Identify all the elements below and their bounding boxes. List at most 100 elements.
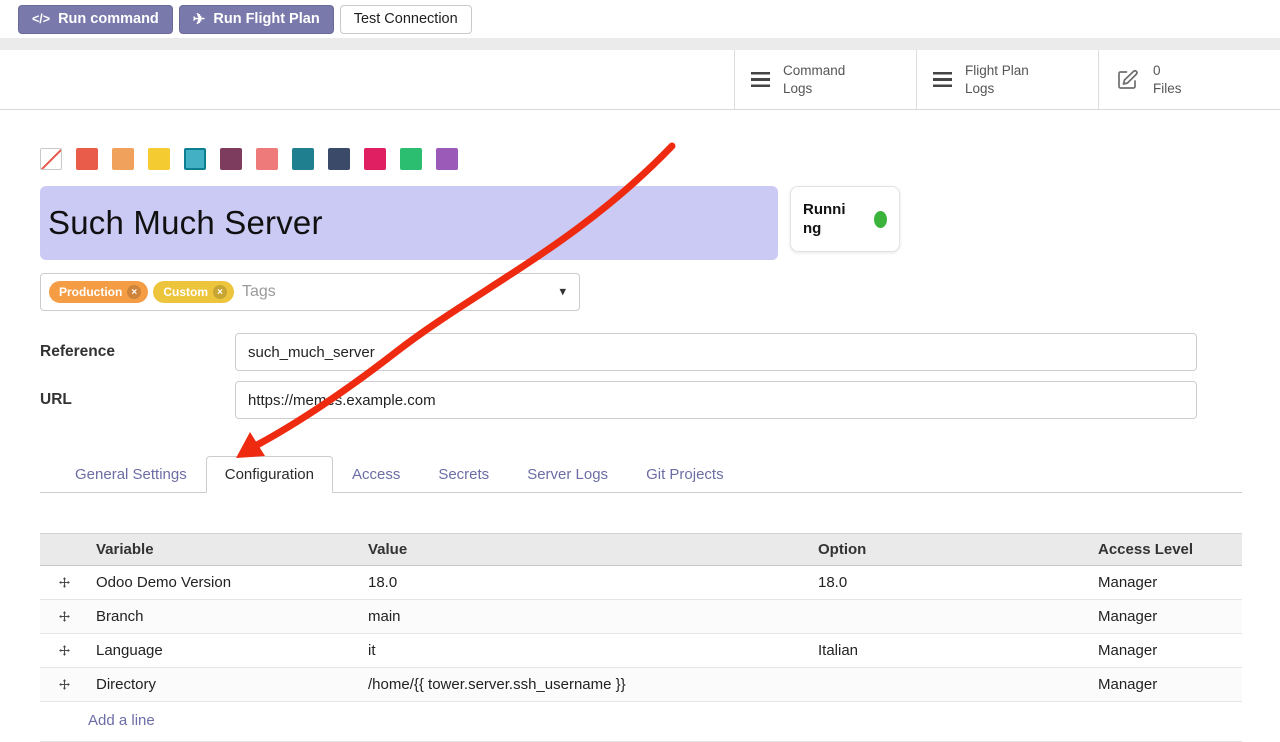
color-swatch-navy[interactable]	[328, 148, 350, 170]
col-value: Value	[360, 541, 810, 558]
form-sheet: Such Much Server Running Production × Cu…	[0, 148, 1280, 742]
tag-label: Custom	[163, 285, 208, 299]
cell-value[interactable]: 18.0	[360, 574, 810, 591]
cell-variable[interactable]: Odoo Demo Version	[88, 574, 360, 591]
reference-label: Reference	[40, 343, 235, 361]
command-logs-button[interactable]: Command Logs	[734, 50, 916, 109]
color-swatch-dark-purple[interactable]	[220, 148, 242, 170]
url-input[interactable]	[235, 381, 1197, 419]
color-swatch-cyan-selected[interactable]	[184, 148, 206, 170]
command-logs-label: Command Logs	[783, 62, 845, 97]
server-form-screen: </> Run command ✈ Run Flight Plan Test C…	[0, 0, 1280, 742]
reference-field-row: Reference	[40, 333, 1197, 371]
color-swatch-teal[interactable]	[292, 148, 314, 170]
cell-value[interactable]: /home/{{ tower.server.ssh_username }}	[360, 676, 810, 693]
color-swatch-yellow[interactable]	[148, 148, 170, 170]
table-header-row: Variable Value Option Access Level	[40, 533, 1242, 566]
tags-input[interactable]: Production × Custom × Tags ▾	[40, 273, 580, 311]
color-swatch-orange[interactable]	[112, 148, 134, 170]
server-name-input[interactable]: Such Much Server	[40, 186, 778, 260]
edit-pencil-icon	[1115, 68, 1140, 92]
table-row[interactable]: Branch main Manager	[40, 600, 1242, 634]
color-swatch-magenta[interactable]	[364, 148, 386, 170]
code-icon: </>	[32, 12, 50, 26]
tab-access[interactable]: Access	[333, 456, 419, 493]
configuration-table: Variable Value Option Access Level Odoo …	[40, 533, 1242, 742]
reference-input[interactable]	[235, 333, 1197, 371]
cell-option[interactable]: Italian	[810, 642, 1090, 659]
run-command-button[interactable]: </> Run command	[18, 5, 173, 34]
cell-option[interactable]: 18.0	[810, 574, 1090, 591]
stat-line: Command	[783, 62, 845, 80]
drag-handle[interactable]	[40, 610, 88, 623]
top-action-bar: </> Run command ✈ Run Flight Plan Test C…	[0, 0, 1280, 38]
col-access-level: Access Level	[1090, 541, 1242, 558]
cell-access[interactable]: Manager	[1090, 574, 1242, 591]
cell-variable[interactable]: Language	[88, 642, 360, 659]
cell-access[interactable]: Manager	[1090, 642, 1242, 659]
tag-custom: Custom ×	[153, 281, 234, 303]
tab-secrets[interactable]: Secrets	[419, 456, 508, 493]
cell-variable[interactable]: Directory	[88, 676, 360, 693]
status-label: Running	[803, 200, 853, 239]
run-flight-plan-label: Run Flight Plan	[213, 11, 319, 27]
paper-plane-icon: ✈	[193, 10, 206, 28]
stat-line: Logs	[965, 80, 1029, 98]
cell-access[interactable]: Manager	[1090, 676, 1242, 693]
drag-handle-icon	[58, 576, 71, 589]
cell-access[interactable]: Manager	[1090, 608, 1242, 625]
status-dot-icon	[874, 211, 887, 228]
color-swatch-green[interactable]	[400, 148, 422, 170]
dropdown-caret-icon[interactable]: ▾	[559, 284, 566, 300]
tab-git-projects[interactable]: Git Projects	[627, 456, 743, 493]
tag-production: Production ×	[49, 281, 148, 303]
color-swatch-purple[interactable]	[436, 148, 458, 170]
list-icon	[933, 72, 952, 87]
col-variable: Variable	[88, 541, 360, 558]
list-icon	[751, 72, 770, 87]
color-swatch-salmon[interactable]	[256, 148, 278, 170]
col-option: Option	[810, 541, 1090, 558]
table-row[interactable]: Language it Italian Manager	[40, 634, 1242, 668]
test-connection-button[interactable]: Test Connection	[340, 5, 472, 34]
drag-handle[interactable]	[40, 576, 88, 589]
title-row: Such Much Server Running	[40, 186, 1242, 260]
color-swatch-none[interactable]	[40, 148, 62, 170]
drag-handle-icon	[58, 610, 71, 623]
remove-tag-icon[interactable]: ×	[213, 285, 227, 299]
stat-line: 0	[1153, 62, 1182, 80]
separator-strip	[0, 38, 1280, 50]
server-name: Such Much Server	[48, 204, 323, 242]
run-command-label: Run command	[58, 11, 159, 27]
tag-label: Production	[59, 285, 122, 299]
drag-handle-icon	[58, 678, 71, 691]
drag-handle-icon	[58, 644, 71, 657]
files-label: 0 Files	[1153, 62, 1182, 97]
files-button[interactable]: 0 Files	[1098, 50, 1280, 109]
stat-line: Files	[1153, 80, 1182, 98]
cell-variable[interactable]: Branch	[88, 608, 360, 625]
drag-handle[interactable]	[40, 644, 88, 657]
run-flight-plan-button[interactable]: ✈ Run Flight Plan	[179, 5, 334, 34]
notebook-tabs: General Settings Configuration Access Se…	[40, 456, 1242, 493]
color-picker	[40, 148, 1242, 170]
status-card[interactable]: Running	[790, 186, 900, 252]
flight-plan-logs-button[interactable]: Flight Plan Logs	[916, 50, 1098, 109]
cell-value[interactable]: it	[360, 642, 810, 659]
remove-tag-icon[interactable]: ×	[127, 285, 141, 299]
tab-configuration[interactable]: Configuration	[206, 456, 333, 493]
color-swatch-red[interactable]	[76, 148, 98, 170]
add-a-line-link[interactable]: Add a line	[88, 712, 155, 729]
stat-line: Flight Plan	[965, 62, 1029, 80]
tab-general-settings[interactable]: General Settings	[56, 456, 206, 493]
table-row[interactable]: Directory /home/{{ tower.server.ssh_user…	[40, 668, 1242, 702]
form-header: Command Logs Flight Plan Logs 0 Files	[0, 50, 1280, 110]
table-row[interactable]: Odoo Demo Version 18.0 18.0 Manager	[40, 566, 1242, 600]
drag-handle[interactable]	[40, 678, 88, 691]
stat-line: Logs	[783, 80, 845, 98]
tags-placeholder: Tags	[242, 283, 276, 301]
tab-server-logs[interactable]: Server Logs	[508, 456, 627, 493]
cell-value[interactable]: main	[360, 608, 810, 625]
url-field-row: URL	[40, 381, 1197, 419]
add-line-row: Add a line	[40, 702, 1242, 742]
